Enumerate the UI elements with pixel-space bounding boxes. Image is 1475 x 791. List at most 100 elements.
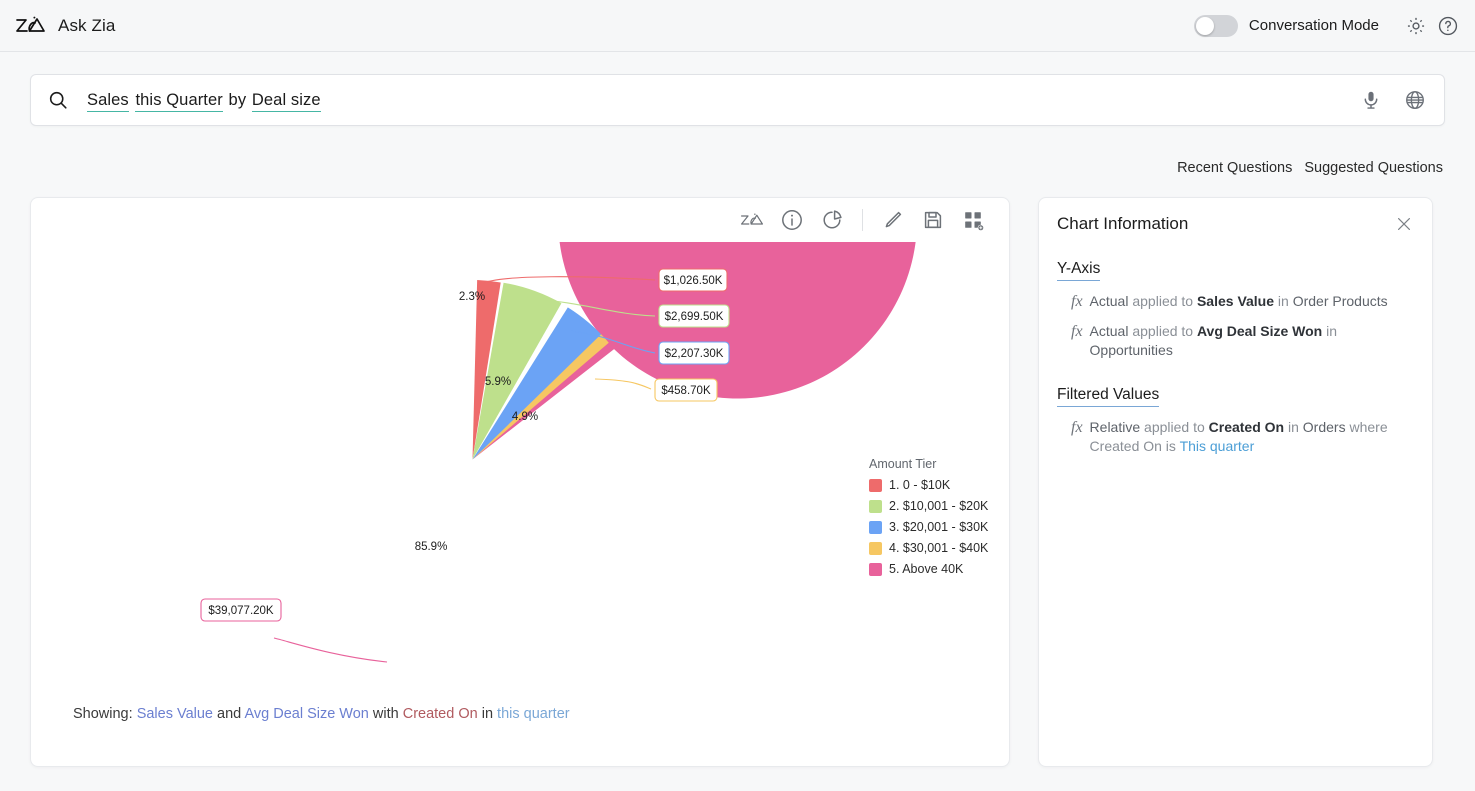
pie-callout-4: $458.70K [654,378,718,402]
fx-p4: Orders [1302,419,1346,435]
showing-summary: Showing: Sales Value and Avg Deal Size W… [73,706,570,722]
query-token-3: Deal size [251,90,321,112]
pie-percent-3: 4.9% [512,411,538,423]
ask-zia-app: Ask Zia Conversation Mode Sales this Qua… [0,0,1475,791]
fx-p2: applied to [1140,419,1209,435]
fx-p3: in [1322,323,1338,339]
gear-icon[interactable] [1405,15,1427,37]
pie-callout-label-5: $39,077.20K [208,605,274,617]
showing-metric-1[interactable]: Sales Value [137,706,213,722]
query-connector: by [223,90,251,109]
fx-p4: Order Products [1292,293,1388,309]
conversation-mode-toggle[interactable] [1193,14,1238,37]
fx-link[interactable]: This quarter [1180,438,1255,454]
pie-callout-3: $2,207.30K [658,341,730,365]
chart-legend: Amount Tier 1. 0 - $10K 2. $10,001 - $20… [869,457,988,583]
showing-metric-2[interactable]: Avg Deal Size Won [244,706,368,722]
pie-callout-2: $2,699.50K [658,304,730,328]
chart-card: 2.3% 5.9% 4.9% 85.9% $1,026.50K $2,699.5… [30,197,1010,767]
legend-swatch-4 [869,541,882,555]
fx-p1: Actual [1089,293,1129,309]
header-actions: Conversation Mode [1193,14,1459,37]
info-panel-header: Chart Information [1057,214,1414,234]
query-token-1: Sales [87,90,129,112]
legend-item-2[interactable]: 2. $10,001 - $20K [869,499,988,513]
zia-logo-icon [16,16,45,32]
info-section-y-axis: Y-Axis fx Actual applied to Sales Value … [1057,234,1414,360]
showing-conjunction: and [217,706,242,722]
legend-item-1[interactable]: 1. 0 - $10K [869,478,988,492]
help-circle-icon[interactable] [1437,15,1459,37]
pie-chart-svg: 2.3% 5.9% 4.9% 85.9% $1,026.50K $2,699.5… [200,242,918,663]
showing-period[interactable]: this quarter [497,706,570,722]
toolbar-divider [862,209,863,231]
pie-chart-icon[interactable] [820,208,844,232]
save-disk-icon[interactable] [921,208,945,232]
fx-icon: fx [1071,419,1083,436]
showing-in: in [481,706,494,722]
globe-icon[interactable] [1404,89,1426,111]
fx-bold: Sales Value [1196,293,1275,309]
legend-item-5[interactable]: 5. Above 40K [869,562,988,576]
conversation-mode-label: Conversation Mode [1248,17,1379,34]
pie-callout-label-3: $2,207.30K [665,348,724,360]
suggested-questions-link[interactable]: Suggested Questions [1304,160,1443,176]
info-panel-title: Chart Information [1057,214,1189,233]
legend-label-1: 1. 0 - $10K [889,478,951,492]
app-header: Ask Zia Conversation Mode [0,0,1475,52]
legend-label-4: 4. $30,001 - $40K [889,541,989,555]
edit-pencil-icon[interactable] [881,208,905,232]
search-input[interactable]: Sales this Quarter by Deal size [87,90,321,112]
legend-swatch-2 [869,499,882,513]
pie-chart: 2.3% 5.9% 4.9% 85.9% $1,026.50K $2,699.5… [31,242,1011,712]
info-row-text: Relative applied to Created On in Orders… [1090,418,1412,456]
pie-percent-5: 85.9% [415,541,448,553]
info-row-text: Actual applied to Avg Deal Size Won in O… [1090,322,1412,360]
info-row-y-axis-1: fx Actual applied to Sales Value in Orde… [1057,292,1414,311]
chart-toolbar [732,208,993,232]
info-row-y-axis-2: fx Actual applied to Avg Deal Size Won i… [1057,322,1414,360]
fx-icon: fx [1071,293,1083,310]
pie-percent-2: 5.9% [485,376,511,388]
fx-p2: applied to [1128,293,1197,309]
widget-grid-icon[interactable] [961,208,985,232]
showing-prefix: Showing: [73,706,133,722]
search-actions [1360,89,1426,111]
brand: Ask Zia [16,14,115,38]
fx-p3: in [1274,293,1293,309]
legend-item-4[interactable]: 4. $30,001 - $40K [869,541,988,555]
showing-field[interactable]: Created On [403,706,478,722]
legend-label-3: 3. $20,001 - $30K [889,520,989,534]
legend-swatch-1 [869,478,882,492]
question-links: Recent Questions Suggested Questions [1177,160,1443,176]
fx-p1: Relative [1089,419,1141,435]
pie-callout-5: $39,077.20K [200,598,282,622]
recent-questions-link[interactable]: Recent Questions [1177,160,1292,176]
legend-swatch-5 [869,562,882,576]
fx-p4: Opportunities [1089,342,1173,358]
zia-insights-icon[interactable] [740,208,764,232]
search-icon [49,91,67,109]
fx-icon: fx [1071,323,1083,340]
query-token-2: this Quarter [135,90,223,112]
info-circle-icon[interactable] [780,208,804,232]
info-section-filtered-values: Filtered Values fx Relative applied to C… [1057,360,1414,456]
legend-title: Amount Tier [869,457,937,471]
legend-label-5: 5. Above 40K [889,562,964,576]
legend-item-3[interactable]: 3. $20,001 - $30K [869,520,988,534]
search-bar[interactable]: Sales this Quarter by Deal size [30,74,1445,126]
info-row-filtered-1: fx Relative applied to Created On in Ord… [1057,418,1414,456]
fx-p2: applied to [1128,323,1197,339]
toggle-knob [1195,16,1214,35]
close-icon[interactable] [1394,214,1414,234]
pie-callout-1: $1,026.50K [658,268,728,292]
pie-callout-label-2: $2,699.50K [665,311,724,323]
legend-swatch-3 [869,520,882,534]
info-row-text: Actual applied to Sales Value in Order P… [1090,292,1388,311]
microphone-icon[interactable] [1360,89,1382,111]
fx-bold: Created On [1208,419,1285,435]
legend-label-2: 2. $10,001 - $20K [889,499,989,513]
info-section-title-y-axis: Y-Axis [1057,260,1101,281]
fx-p1: Actual [1089,323,1129,339]
pie-percent-1: 2.3% [459,291,485,303]
